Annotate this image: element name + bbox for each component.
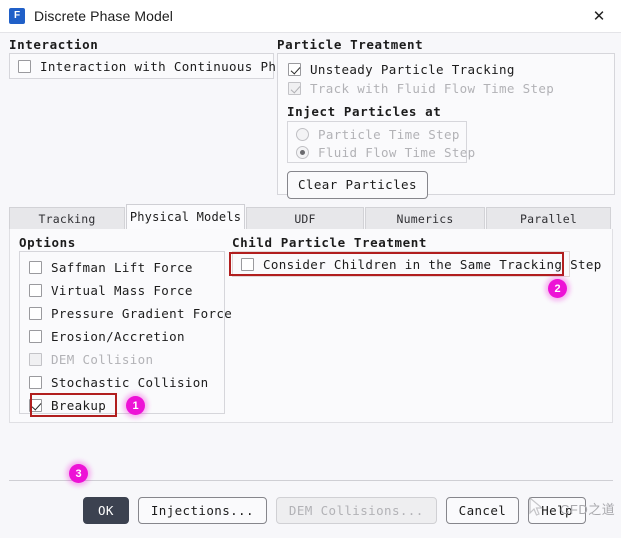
particle-treatment-group-label: Particle Treatment (277, 37, 424, 52)
interaction-panel: Interaction with Continuous Phase (9, 53, 300, 79)
checkbox-label: Pressure Gradient Force (51, 306, 233, 321)
tab-physical-models[interactable]: Physical Models (126, 204, 245, 229)
tab-parallel[interactable]: Parallel (486, 207, 611, 229)
checkbox-pressure-gradient-force[interactable]: Pressure Gradient Force (29, 306, 232, 321)
checkbox-box-icon (29, 353, 42, 366)
checkbox-consider-children-same-tracking-step[interactable]: Consider Children in the Same Tracking S… (241, 257, 602, 272)
watermark-text: CFD之道 (560, 502, 616, 517)
close-icon[interactable]: ✕ (577, 0, 621, 32)
title-bar: F Discrete Phase Model ✕ (0, 0, 621, 33)
checkbox-stochastic-collision[interactable]: Stochastic Collision (29, 375, 209, 390)
checkbox-label: Track with Fluid Flow Time Step (310, 81, 555, 96)
ok-button[interactable]: OK (83, 497, 129, 524)
checkbox-dem-collision: DEM Collision (29, 352, 153, 367)
checkbox-box-icon (288, 63, 301, 76)
radio-particle-time-step: Particle Time Step (296, 127, 460, 142)
footer-divider (9, 480, 613, 481)
tab-numerics[interactable]: Numerics (365, 207, 485, 229)
child-particle-treatment-panel: Consider Children in the Same Tracking S… (232, 251, 601, 277)
checkbox-box-icon (29, 261, 42, 274)
checkbox-label: Stochastic Collision (51, 375, 209, 390)
child-particle-treatment-group-label: Child Particle Treatment (232, 235, 428, 250)
checkbox-box-icon (29, 330, 42, 343)
checkbox-box-icon (29, 376, 42, 389)
checkbox-erosion-accretion[interactable]: Erosion/Accretion (29, 329, 185, 344)
step-badge-1: 1 (126, 396, 145, 415)
checkbox-label: Consider Children in the Same Tracking S… (263, 256, 602, 272)
radio-circle-icon (296, 128, 309, 141)
checkbox-box-icon (29, 307, 42, 320)
radio-label: Fluid Flow Time Step (318, 145, 476, 160)
options-panel: Saffman Lift Force Virtual Mass Force Pr… (19, 251, 232, 414)
unsteady-particle-tracking-checkbox[interactable]: Unsteady Particle Tracking (288, 62, 515, 77)
checkbox-box-icon (29, 284, 42, 297)
checkbox-box-icon (29, 399, 42, 412)
radio-label: Particle Time Step (318, 127, 460, 142)
checkbox-virtual-mass-force[interactable]: Virtual Mass Force (29, 283, 193, 298)
checkbox-label: Erosion/Accretion (51, 329, 185, 344)
inject-particles-at-label: Inject Particles at (287, 104, 442, 119)
checkbox-box-icon (241, 257, 254, 271)
window-title: Discrete Phase Model (34, 8, 173, 24)
checkbox-label: Virtual Mass Force (51, 283, 193, 298)
step-badge-3: 3 (69, 464, 88, 483)
options-group-label: Options (19, 235, 76, 250)
tab-tracking[interactable]: Tracking (9, 207, 125, 229)
tab-udf[interactable]: UDF (246, 207, 364, 229)
checkbox-breakup[interactable]: Breakup (29, 398, 106, 413)
radio-circle-icon (296, 146, 309, 159)
track-with-fluid-flow-time-step-checkbox: Track with Fluid Flow Time Step (288, 81, 554, 96)
injections-button[interactable]: Injections... (137, 497, 267, 524)
step-badge-2: 2 (548, 279, 567, 298)
cancel-button[interactable]: Cancel (445, 497, 520, 524)
inject-particles-at-panel: Particle Time Step Fluid Flow Time Step (287, 121, 475, 163)
checkbox-label: Interaction with Continuous Phase (40, 58, 300, 74)
mouse-cursor-icon (529, 496, 544, 516)
checkbox-box-icon (18, 59, 31, 73)
physical-models-tab-panel: Options Saffman Lift Force Virtual Mass … (9, 229, 613, 423)
checkbox-box-icon (288, 82, 301, 95)
fluent-app-icon: F (9, 8, 25, 24)
checkbox-saffman-lift-force[interactable]: Saffman Lift Force (29, 260, 193, 275)
interaction-group-label: Interaction (9, 37, 99, 52)
radio-fluid-flow-time-step: Fluid Flow Time Step (296, 145, 476, 160)
dem-collisions-button: DEM Collisions... (275, 497, 437, 524)
particle-treatment-panel: Unsteady Particle Tracking Track with Fl… (277, 53, 615, 199)
checkbox-label: DEM Collision (51, 352, 154, 367)
app-icon-letter: F (13, 10, 21, 21)
clear-particles-button[interactable]: Clear Particles (287, 171, 428, 199)
checkbox-label: Saffman Lift Force (51, 260, 193, 275)
dialog-body: Interaction Interaction with Continuous … (0, 33, 621, 524)
checkbox-label: Breakup (51, 398, 107, 413)
tab-bar: Tracking Physical Models UDF Numerics Pa… (9, 204, 613, 229)
interaction-with-continuous-phase-checkbox[interactable]: Interaction with Continuous Phase (18, 59, 300, 74)
checkbox-label: Unsteady Particle Tracking (310, 62, 515, 77)
